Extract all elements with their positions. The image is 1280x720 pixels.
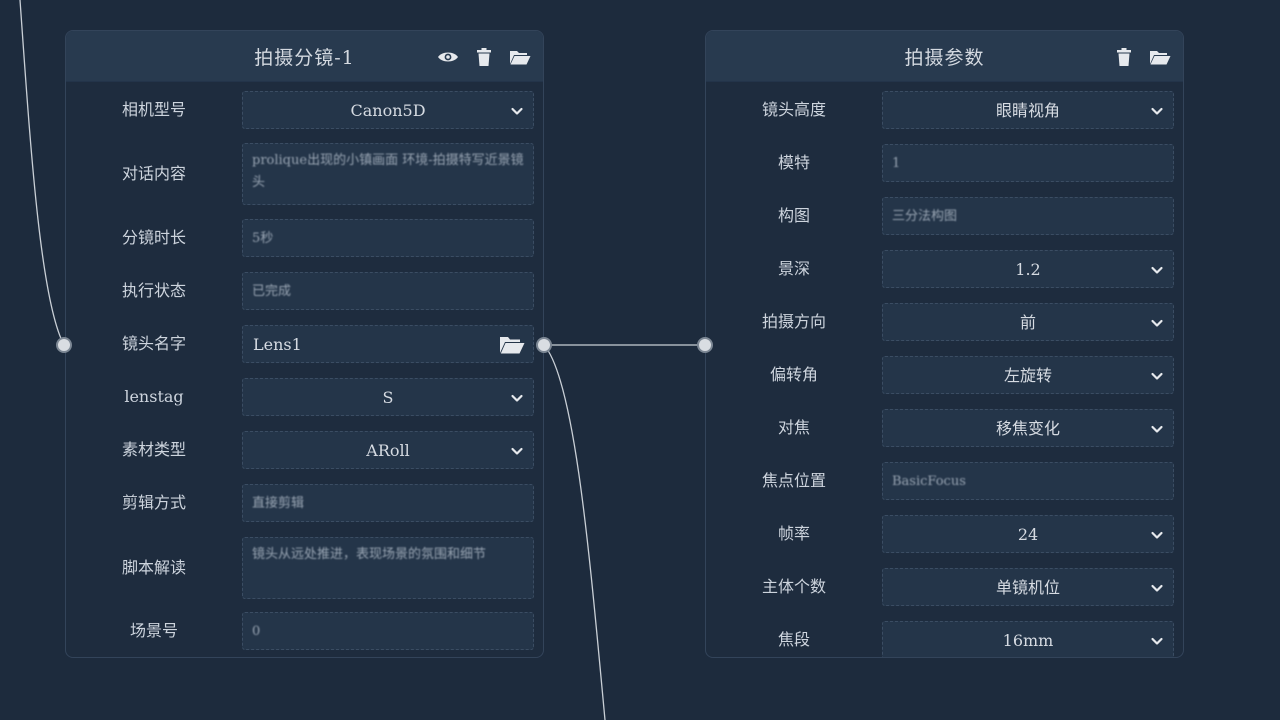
textarea-field[interactable]: 镜头从远处推进，表现场景的氛围和细节	[242, 537, 534, 599]
select-field[interactable]: 眼睛视角	[882, 91, 1174, 129]
field-label: 模特	[777, 153, 810, 172]
folder-open-icon[interactable]	[499, 335, 525, 355]
textarea-value: prolique出现的小镇画面 环境-拍摄特写近景镜头	[252, 153, 524, 190]
text-field[interactable]: 1	[882, 144, 1174, 182]
folder-open-icon[interactable]	[1149, 47, 1171, 67]
select-value: 眼睛视角	[995, 101, 1060, 120]
file-path-field[interactable]: Lens1	[242, 325, 534, 363]
select-field[interactable]: Canon5D	[242, 91, 534, 129]
text-value: 0	[252, 624, 261, 639]
field-label: 镜头名字	[121, 334, 186, 353]
text-field[interactable]: 直接剪辑	[242, 484, 534, 522]
field-label: 场景号	[129, 621, 178, 640]
chevron-down-icon[interactable]	[509, 443, 525, 459]
select-field[interactable]: 16mm	[882, 621, 1174, 657]
node-header[interactable]: 拍摄分镜-1	[66, 31, 543, 82]
field-label: 执行状态	[121, 281, 186, 300]
chevron-down-icon[interactable]	[509, 103, 525, 119]
node-shot-breakdown[interactable]: 拍摄分镜-1 相机型号 Canon5D 对话内容 prolique出现的小镇画面 环境…	[65, 30, 544, 658]
node-shooting-params[interactable]: 拍摄参数 镜头高度 眼睛视角模特 1 构图 三分法构图景深 1.2 拍摄方向 前偏转角 左旋转对…	[705, 30, 1184, 658]
text-field[interactable]: BasicFocus	[882, 462, 1174, 500]
select-field[interactable]: 前	[882, 303, 1174, 341]
select-field[interactable]: 24	[882, 515, 1174, 553]
text-field[interactable]: 三分法构图	[882, 197, 1174, 235]
field-label: 分镜时长	[121, 228, 186, 247]
field-label: lenstag	[124, 387, 184, 406]
select-value: 16mm	[1002, 631, 1054, 650]
select-field[interactable]: 1.2	[882, 250, 1174, 288]
file-value: Lens1	[253, 335, 302, 354]
field-label: 拍摄方向	[761, 312, 826, 331]
text-value: 1	[892, 156, 901, 171]
field-label: 构图	[777, 206, 810, 225]
field-label: 对焦	[777, 418, 810, 437]
node2-input-port[interactable]	[697, 337, 713, 353]
text-value: 三分法构图	[892, 209, 958, 224]
text-value: BasicFocus	[892, 474, 966, 489]
chevron-down-icon[interactable]	[509, 390, 525, 406]
text-value: 已完成	[252, 284, 292, 299]
node-header[interactable]: 拍摄参数	[706, 31, 1183, 82]
field-label: 相机型号	[121, 100, 186, 119]
text-value: 5秒	[252, 231, 274, 246]
field-label: 偏转角	[769, 365, 818, 384]
field-label: 景深	[777, 259, 810, 278]
select-value: 移焦变化	[995, 419, 1060, 438]
chevron-down-icon[interactable]	[1149, 580, 1165, 596]
text-field[interactable]: 5秒	[242, 219, 534, 257]
select-value: 单镜机位	[995, 578, 1060, 597]
select-value: 左旋转	[1003, 366, 1052, 385]
output-wire	[543, 344, 606, 720]
select-field[interactable]: 单镜机位	[882, 568, 1174, 606]
chevron-down-icon[interactable]	[1149, 421, 1165, 437]
chevron-down-icon[interactable]	[1149, 103, 1165, 119]
field-label: 焦段	[777, 630, 810, 649]
eye-icon[interactable]	[437, 47, 459, 67]
field-label: 主体个数	[761, 577, 826, 596]
textarea-field[interactable]: prolique出现的小镇画面 环境-拍摄特写近景镜头	[242, 143, 534, 205]
trash-icon[interactable]	[1113, 47, 1135, 67]
text-field[interactable]: 0	[242, 612, 534, 650]
node1-output-port[interactable]	[536, 337, 552, 353]
select-field[interactable]: ARoll	[242, 431, 534, 469]
field-label: 帧率	[777, 524, 810, 543]
field-label: 脚本解读	[121, 558, 186, 577]
chevron-down-icon[interactable]	[1149, 315, 1165, 331]
select-value: 24	[1017, 525, 1039, 544]
text-field[interactable]: 已完成	[242, 272, 534, 310]
text-value: 直接剪辑	[252, 496, 305, 511]
chevron-down-icon[interactable]	[1149, 527, 1165, 543]
trash-icon[interactable]	[473, 47, 495, 67]
select-value: ARoll	[366, 441, 410, 460]
field-label: 焦点位置	[761, 471, 826, 490]
field-label: 剪辑方式	[121, 493, 186, 512]
select-field[interactable]: S	[242, 378, 534, 416]
field-label: 镜头高度	[761, 100, 826, 119]
select-field[interactable]: 左旋转	[882, 356, 1174, 394]
select-value: S	[382, 388, 394, 407]
node-title: 拍摄参数	[904, 47, 985, 69]
input-wire	[19, 0, 65, 346]
chevron-down-icon[interactable]	[1149, 262, 1165, 278]
select-value: 前	[1019, 313, 1036, 332]
node1-input-port[interactable]	[56, 337, 72, 353]
select-value: Canon5D	[350, 101, 426, 120]
folder-open-icon[interactable]	[509, 47, 531, 67]
chevron-down-icon[interactable]	[1149, 368, 1165, 384]
textarea-value: 镜头从远处推进，表现场景的氛围和细节	[252, 547, 487, 562]
select-value: 1.2	[1015, 260, 1041, 279]
field-label: 对话内容	[121, 164, 186, 183]
chevron-down-icon[interactable]	[1149, 633, 1165, 649]
field-label: 素材类型	[121, 440, 186, 459]
select-field[interactable]: 移焦变化	[882, 409, 1174, 447]
